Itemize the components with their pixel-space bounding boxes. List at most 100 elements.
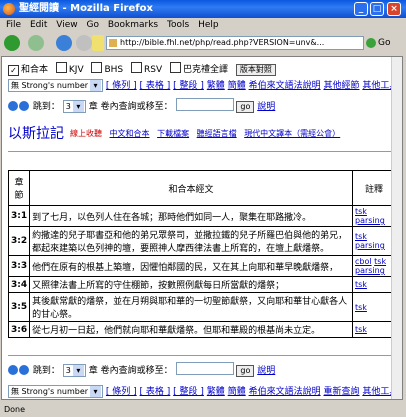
link-list-view[interactable]: [ 條列 ]	[106, 387, 137, 397]
search-go-button[interactable]: go	[236, 101, 255, 113]
link-table-view[interactable]: [ 表格 ]	[140, 387, 171, 397]
compare-versions-button[interactable]: 版本對照	[235, 64, 276, 76]
extra-link-download[interactable]: 下載檔案	[157, 129, 189, 138]
extra-link-unv[interactable]: 中文和合本	[110, 129, 150, 138]
strong-number-select[interactable]: 無 Strong's number	[8, 385, 104, 398]
stop-icon[interactable]	[76, 35, 92, 51]
checkbox-barclay[interactable]	[170, 62, 182, 73]
table-row: 3:2 約撒達的兒子耶書亞和他的弟兄眾祭司，並撒拉鐵的兒子所羅巴伯與他的弟兄，都起…	[7, 226, 396, 256]
link-table-view[interactable]: [ 表格 ]	[140, 81, 171, 91]
table-row: 3:3 他們在原有的根基上築壇，因懼怕鄰國的民，又在其上向耶和華早晚獻燔祭， cbo…	[7, 255, 396, 277]
checkbox-bhs[interactable]	[91, 62, 103, 73]
close-button[interactable]: ×	[387, 2, 401, 16]
table-row: 3:5 其後獻常獻的燔祭，並在月朔與耶和華的一切聖節獻祭，又向耶和華甘心獻各人的甘…	[7, 292, 396, 322]
book-extras: 線上收聽 中文和合本 下載檔案 聽經語言檔 現代中文譯本（需經公會）	[70, 128, 340, 139]
verse-ref: 3:5	[7, 292, 31, 322]
verse-ref: 3:1	[7, 205, 31, 227]
forward-arrow-icon[interactable]	[28, 35, 44, 51]
link-traditional[interactable]: 繁體	[207, 387, 225, 397]
view-links-top: 無 Strong's number [ 條列 ] [ 表格 ] [ 整段 ] 繁…	[8, 78, 398, 92]
page-favicon-icon	[109, 39, 117, 47]
version-unv[interactable]: ✓ 和合本	[8, 65, 48, 76]
minimize-button[interactable]: _	[354, 2, 368, 16]
checkbox-rsv[interactable]	[131, 62, 143, 73]
help-link[interactable]: 說明	[257, 366, 275, 376]
link-search-again[interactable]: 重新查詢	[323, 387, 359, 397]
menu-go[interactable]: Go	[86, 18, 98, 32]
jump-row-bottom: 跳到： 3 章 卷內查詢或移至： go 說明	[8, 362, 275, 377]
next-chapter-icon[interactable]	[19, 101, 29, 111]
view-links-bottom: 無 Strong's number [ 條列 ] [ 表格 ] [ 整段 ] 繁…	[8, 384, 398, 398]
note-link-cbol[interactable]: cbol	[355, 257, 372, 266]
home-icon[interactable]	[92, 35, 104, 51]
link-hebrew-grammar[interactable]: 希伯來文語法說明	[249, 387, 321, 397]
version-barclay[interactable]: 巴克禮全譯	[170, 62, 228, 75]
menu-file[interactable]: File	[6, 18, 21, 32]
version-bhs[interactable]: BHS	[91, 62, 123, 75]
note-link-parsing[interactable]: parsing	[355, 266, 385, 275]
search-go-button[interactable]: go	[236, 365, 255, 377]
note-link-tsk[interactable]: tsk	[374, 257, 386, 266]
status-bar: Done	[4, 405, 26, 414]
back-arrow-icon[interactable]	[4, 35, 20, 51]
next-chapter-icon[interactable]	[19, 365, 29, 375]
go-button[interactable]: Go	[366, 36, 390, 50]
verse-notes: tsk	[352, 276, 396, 293]
link-hebrew-grammar[interactable]: 希伯來文語法說明	[249, 81, 321, 91]
link-list-view[interactable]: [ 條列 ]	[106, 81, 137, 91]
link-other-verses[interactable]: 其他經節	[323, 81, 359, 91]
note-link-tsk[interactable]: tsk	[355, 325, 367, 334]
menu-bookmarks[interactable]: Bookmarks	[108, 18, 158, 32]
verse-notes: tsk parsing	[352, 226, 396, 256]
go-arrow-icon	[366, 37, 376, 48]
reload-icon[interactable]	[56, 35, 72, 51]
vertical-scrollbar[interactable]	[391, 57, 402, 399]
prev-chapter-icon[interactable]	[8, 101, 18, 111]
link-simplified[interactable]: 簡體	[228, 387, 246, 397]
note-link-parsing[interactable]: parsing	[355, 216, 385, 225]
menu-help[interactable]: Help	[198, 18, 219, 32]
note-link-tsk[interactable]: tsk	[355, 280, 367, 289]
verse-notes: tsk	[352, 321, 396, 338]
header-chapter-verse: 章節	[7, 170, 31, 206]
menu-edit[interactable]: Edit	[30, 18, 47, 32]
verse-text: 到了七月，以色列人住在各城；那時他們如同一人，聚集在耶路撒冷。	[29, 205, 353, 227]
book-title: 以斯拉記	[8, 126, 64, 142]
link-paragraph-view[interactable]: [ 整段 ]	[173, 81, 204, 91]
link-simplified[interactable]: 簡體	[228, 81, 246, 91]
verse-table: 章節 和合本經文 註釋 3:1 到了七月，以色列人住在各城；那時他們如同一人，聚集…	[7, 170, 396, 338]
verse-text: 從七月初一日起，他們就向耶和華獻燔祭。但耶和華殿的根基尚未立定。	[29, 321, 353, 338]
checkbox-kjv[interactable]	[55, 62, 67, 73]
page-content: ✓ 和合本 KJV BHS RSV 巴克禮全譯 版本對照 無 Strong's n…	[1, 56, 403, 400]
link-traditional[interactable]: 繁體	[207, 81, 225, 91]
checkbox-unv[interactable]: ✓	[8, 65, 19, 76]
menu-view[interactable]: View	[56, 18, 77, 32]
address-bar[interactable]: http://bible.fhl.net/php/read.php?VERSIO…	[106, 36, 364, 50]
link-paragraph-view[interactable]: [ 整段 ]	[173, 387, 204, 397]
note-link-tsk[interactable]: tsk	[355, 207, 367, 216]
verse-text: 約撒達的兒子耶書亞和他的弟兄眾祭司，並撒拉鐵的兒子所羅巴伯與他的弟兄，都起來建築…	[29, 226, 353, 256]
verse-notes: cbol tsk parsing	[352, 255, 396, 277]
extra-link-tcv[interactable]: 現代中文譯本（需經公會）	[244, 129, 340, 138]
verse-ref: 3:2	[7, 226, 31, 256]
prev-chapter-icon[interactable]	[8, 365, 18, 375]
note-link-tsk[interactable]: tsk	[355, 232, 367, 241]
strong-number-select[interactable]: 無 Strong's number	[8, 79, 104, 92]
chapter-select[interactable]: 3	[62, 100, 86, 113]
maximize-button[interactable]: □	[370, 2, 384, 16]
extra-link-audio[interactable]: 聽經語言檔	[197, 129, 237, 138]
note-link-parsing[interactable]: parsing	[355, 241, 385, 250]
search-input[interactable]	[175, 362, 234, 375]
listen-online-link[interactable]: 線上收聽	[70, 129, 102, 138]
version-kjv[interactable]: KJV	[55, 62, 84, 75]
menu-tools[interactable]: Tools	[167, 18, 189, 32]
verse-ref: 3:6	[7, 321, 31, 338]
address-url: http://bible.fhl.net/php/read.php?VERSIO…	[120, 38, 325, 47]
version-rsv[interactable]: RSV	[131, 62, 162, 75]
chapter-select[interactable]: 3	[62, 364, 86, 377]
search-input[interactable]	[175, 98, 234, 111]
note-link-tsk[interactable]: tsk	[355, 303, 367, 312]
firefox-icon	[3, 3, 15, 15]
help-link[interactable]: 說明	[257, 102, 275, 112]
verse-notes: tsk parsing	[352, 205, 396, 227]
